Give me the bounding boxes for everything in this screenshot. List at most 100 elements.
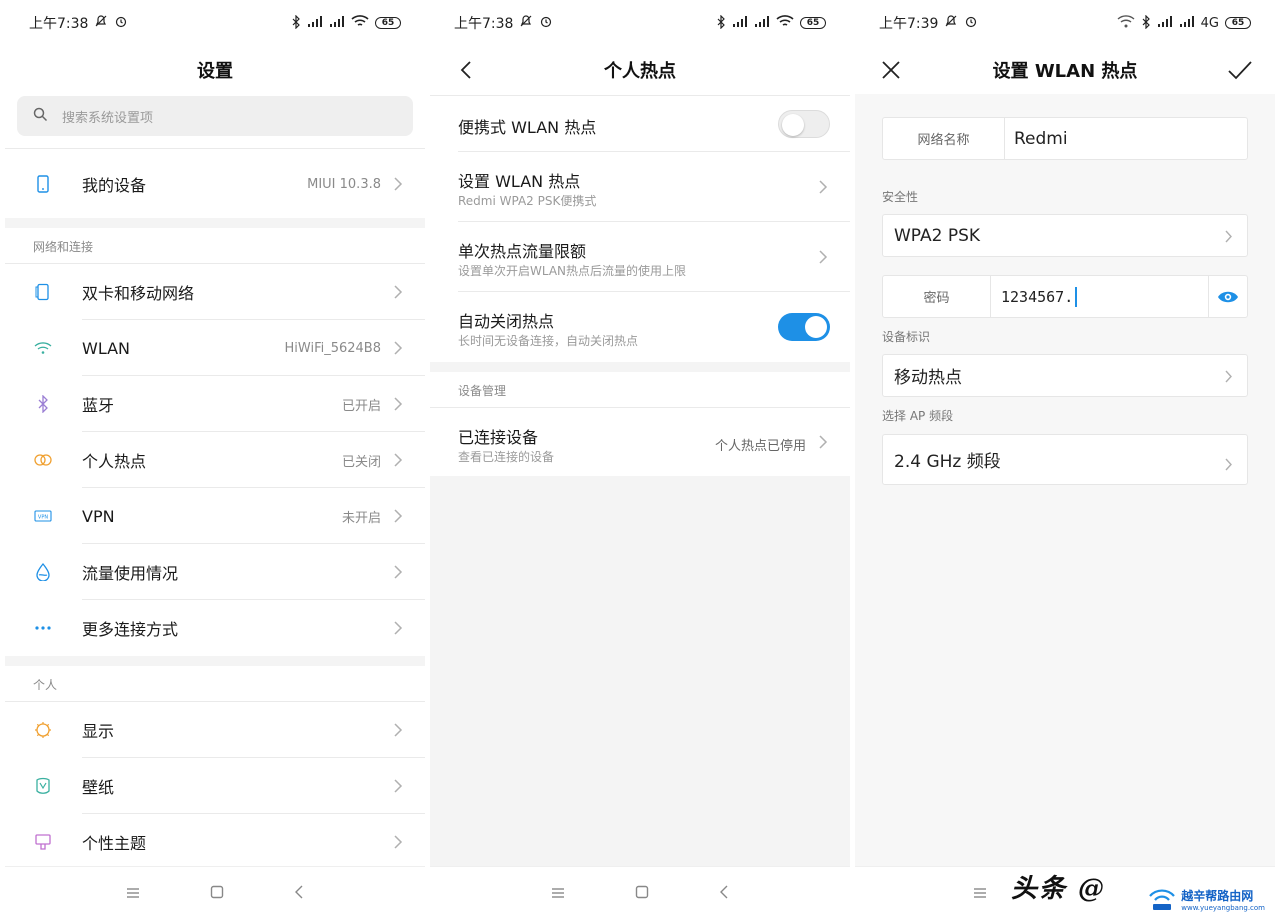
- chevron-right-icon: [394, 565, 403, 579]
- row-sublabel: 长时间无设备连接，自动关闭热点: [458, 334, 639, 348]
- data-usage-icon: [33, 562, 53, 582]
- wifi-status-icon: [351, 15, 369, 31]
- alarm-icon: [114, 14, 128, 32]
- section-gap: [5, 656, 425, 666]
- settings-item-sim[interactable]: 双卡和移动网络: [5, 264, 425, 320]
- chevron-right-icon: [394, 621, 403, 635]
- auto-off-toggle[interactable]: [778, 313, 830, 341]
- search-icon: [33, 107, 48, 126]
- silent-icon: [944, 14, 958, 32]
- back-icon[interactable]: [294, 884, 304, 903]
- watermark-url: www.yueyangbang.com: [1181, 903, 1265, 912]
- page-title: 个人热点: [430, 46, 850, 94]
- silent-icon: [94, 14, 108, 32]
- row-sublabel: 查看已连接的设备: [458, 450, 555, 464]
- toggle-knob: [782, 114, 804, 136]
- signal-icon-2: [754, 15, 770, 31]
- hotspot-icon: [33, 450, 53, 470]
- row-value: 个人热点已停用: [714, 439, 806, 454]
- setup-wlan-hotspot-row[interactable]: 设置 WLAN 热点 Redmi WPA2 PSK便携式: [430, 152, 850, 222]
- menu-icon[interactable]: [551, 884, 565, 903]
- settings-item-data-usage[interactable]: 流量使用情况: [5, 544, 425, 600]
- divider: [5, 148, 425, 149]
- password-field[interactable]: 密码 1234567.: [882, 275, 1248, 318]
- chevron-right-icon: [394, 285, 403, 299]
- chevron-right-icon: [1225, 458, 1232, 471]
- settings-item-bluetooth[interactable]: 蓝牙 已开启: [5, 376, 425, 432]
- status-bar: 上午7:39 4G 65: [855, 0, 1275, 46]
- chevron-right-icon: [819, 435, 828, 449]
- security-value: WPA2 PSK: [894, 225, 981, 246]
- chevron-right-icon: [394, 453, 403, 467]
- chevron-right-icon: [394, 341, 403, 355]
- portable-hotspot-toggle[interactable]: [778, 110, 830, 138]
- empty-area: [430, 476, 850, 866]
- settings-item-label: 个性主题: [82, 834, 147, 853]
- section-header-devices: 设备管理: [458, 384, 507, 398]
- vpn-icon: VPN: [33, 506, 53, 526]
- home-icon[interactable]: [210, 884, 224, 903]
- settings-item-vpn[interactable]: VPN VPN 未开启: [5, 488, 425, 544]
- status-bar: 上午7:38 65: [430, 0, 850, 46]
- password-value: 1234567.: [1001, 287, 1074, 306]
- chevron-right-icon: [394, 835, 403, 849]
- battery-icon: 65: [800, 17, 826, 29]
- back-button[interactable]: [452, 56, 480, 84]
- row-sublabel: 设置单次开启WLAN热点后流量的使用上限: [458, 264, 687, 278]
- settings-item-theme[interactable]: 个性主题: [5, 814, 425, 870]
- chevron-right-icon: [819, 180, 828, 194]
- device-id-select[interactable]: 移动热点: [882, 354, 1248, 397]
- row-label: 已连接设备: [458, 428, 539, 447]
- chevron-right-icon: [819, 250, 828, 264]
- settings-item-wallpaper[interactable]: 壁纸: [5, 758, 425, 814]
- bluetooth-status-icon: [716, 14, 726, 32]
- row-label: 单次热点流量限额: [458, 242, 587, 261]
- row-label: 便携式 WLAN 热点: [458, 118, 597, 137]
- setup-wlan-screen: 上午7:39 4G 65 设置 WLAN 热点 网络名称 Redmi 安全性 W…: [855, 0, 1275, 920]
- home-icon[interactable]: [635, 884, 649, 903]
- status-time: 上午7:38: [454, 16, 514, 32]
- bluetooth-status-icon: [291, 14, 301, 32]
- ap-band-select[interactable]: 2.4 GHz 频段: [882, 434, 1248, 485]
- field-label: 网络名称: [883, 118, 1005, 159]
- alarm-icon: [964, 14, 978, 32]
- close-button[interactable]: [877, 56, 905, 84]
- row-sublabel: Redmi WPA2 PSK便携式: [458, 194, 597, 208]
- section-gap: [430, 362, 850, 372]
- data-limit-row[interactable]: 单次热点流量限额 设置单次开启WLAN热点后流量的使用上限: [430, 222, 850, 292]
- theme-icon: [33, 832, 53, 852]
- svg-text:VPN: VPN: [38, 515, 48, 521]
- check-icon: [1228, 61, 1252, 80]
- page-title-text: 个人热点: [604, 61, 676, 82]
- settings-item-display[interactable]: 显示: [5, 702, 425, 758]
- network-name-field[interactable]: 网络名称 Redmi: [882, 117, 1248, 160]
- silent-icon: [519, 14, 533, 32]
- settings-item-value: 已关闭: [341, 454, 381, 470]
- eye-icon[interactable]: [1217, 287, 1239, 311]
- device-id-caption: 设备标识: [882, 330, 931, 344]
- settings-item-label: 蓝牙: [82, 396, 115, 415]
- menu-icon[interactable]: [973, 884, 987, 903]
- settings-item-wifi[interactable]: WLAN HiWiFi_5624B8: [5, 320, 425, 376]
- settings-item-hotspot[interactable]: 个人热点 已关闭: [5, 432, 425, 488]
- back-icon[interactable]: [719, 884, 729, 903]
- settings-item-label: VPN: [82, 506, 115, 526]
- hotspot-screen: 上午7:38 65 个人热点 便携式 WLAN 热点 设置 WLAN 热点 Re…: [430, 0, 850, 920]
- settings-screen: 上午7:38 65 设置 搜索系统设置项 我的设备 MIUI 10.3.8 网络…: [5, 0, 425, 920]
- bluetooth-icon: [33, 394, 53, 414]
- page-title: 设置: [197, 61, 233, 82]
- confirm-button[interactable]: [1225, 56, 1255, 84]
- settings-item-my-device[interactable]: 我的设备 MIUI 10.3.8: [5, 156, 425, 212]
- menu-icon[interactable]: [126, 884, 140, 903]
- connected-devices-row[interactable]: 已连接设备 查看已连接的设备 个人热点已停用: [430, 408, 850, 476]
- section-gap: [5, 218, 425, 228]
- portable-hotspot-row[interactable]: 便携式 WLAN 热点: [430, 96, 850, 152]
- password-input[interactable]: 1234567.: [1001, 276, 1078, 317]
- security-select[interactable]: WPA2 PSK: [882, 214, 1248, 257]
- settings-item-more[interactable]: 更多连接方式: [5, 600, 425, 656]
- settings-item-value: 未开启: [341, 510, 381, 526]
- auto-off-row[interactable]: 自动关闭热点 长时间无设备连接，自动关闭热点: [430, 292, 850, 362]
- section-header-network: 网络和连接: [33, 240, 94, 254]
- network-name-input[interactable]: Redmi: [1014, 118, 1068, 159]
- search-input[interactable]: 搜索系统设置项: [17, 96, 413, 136]
